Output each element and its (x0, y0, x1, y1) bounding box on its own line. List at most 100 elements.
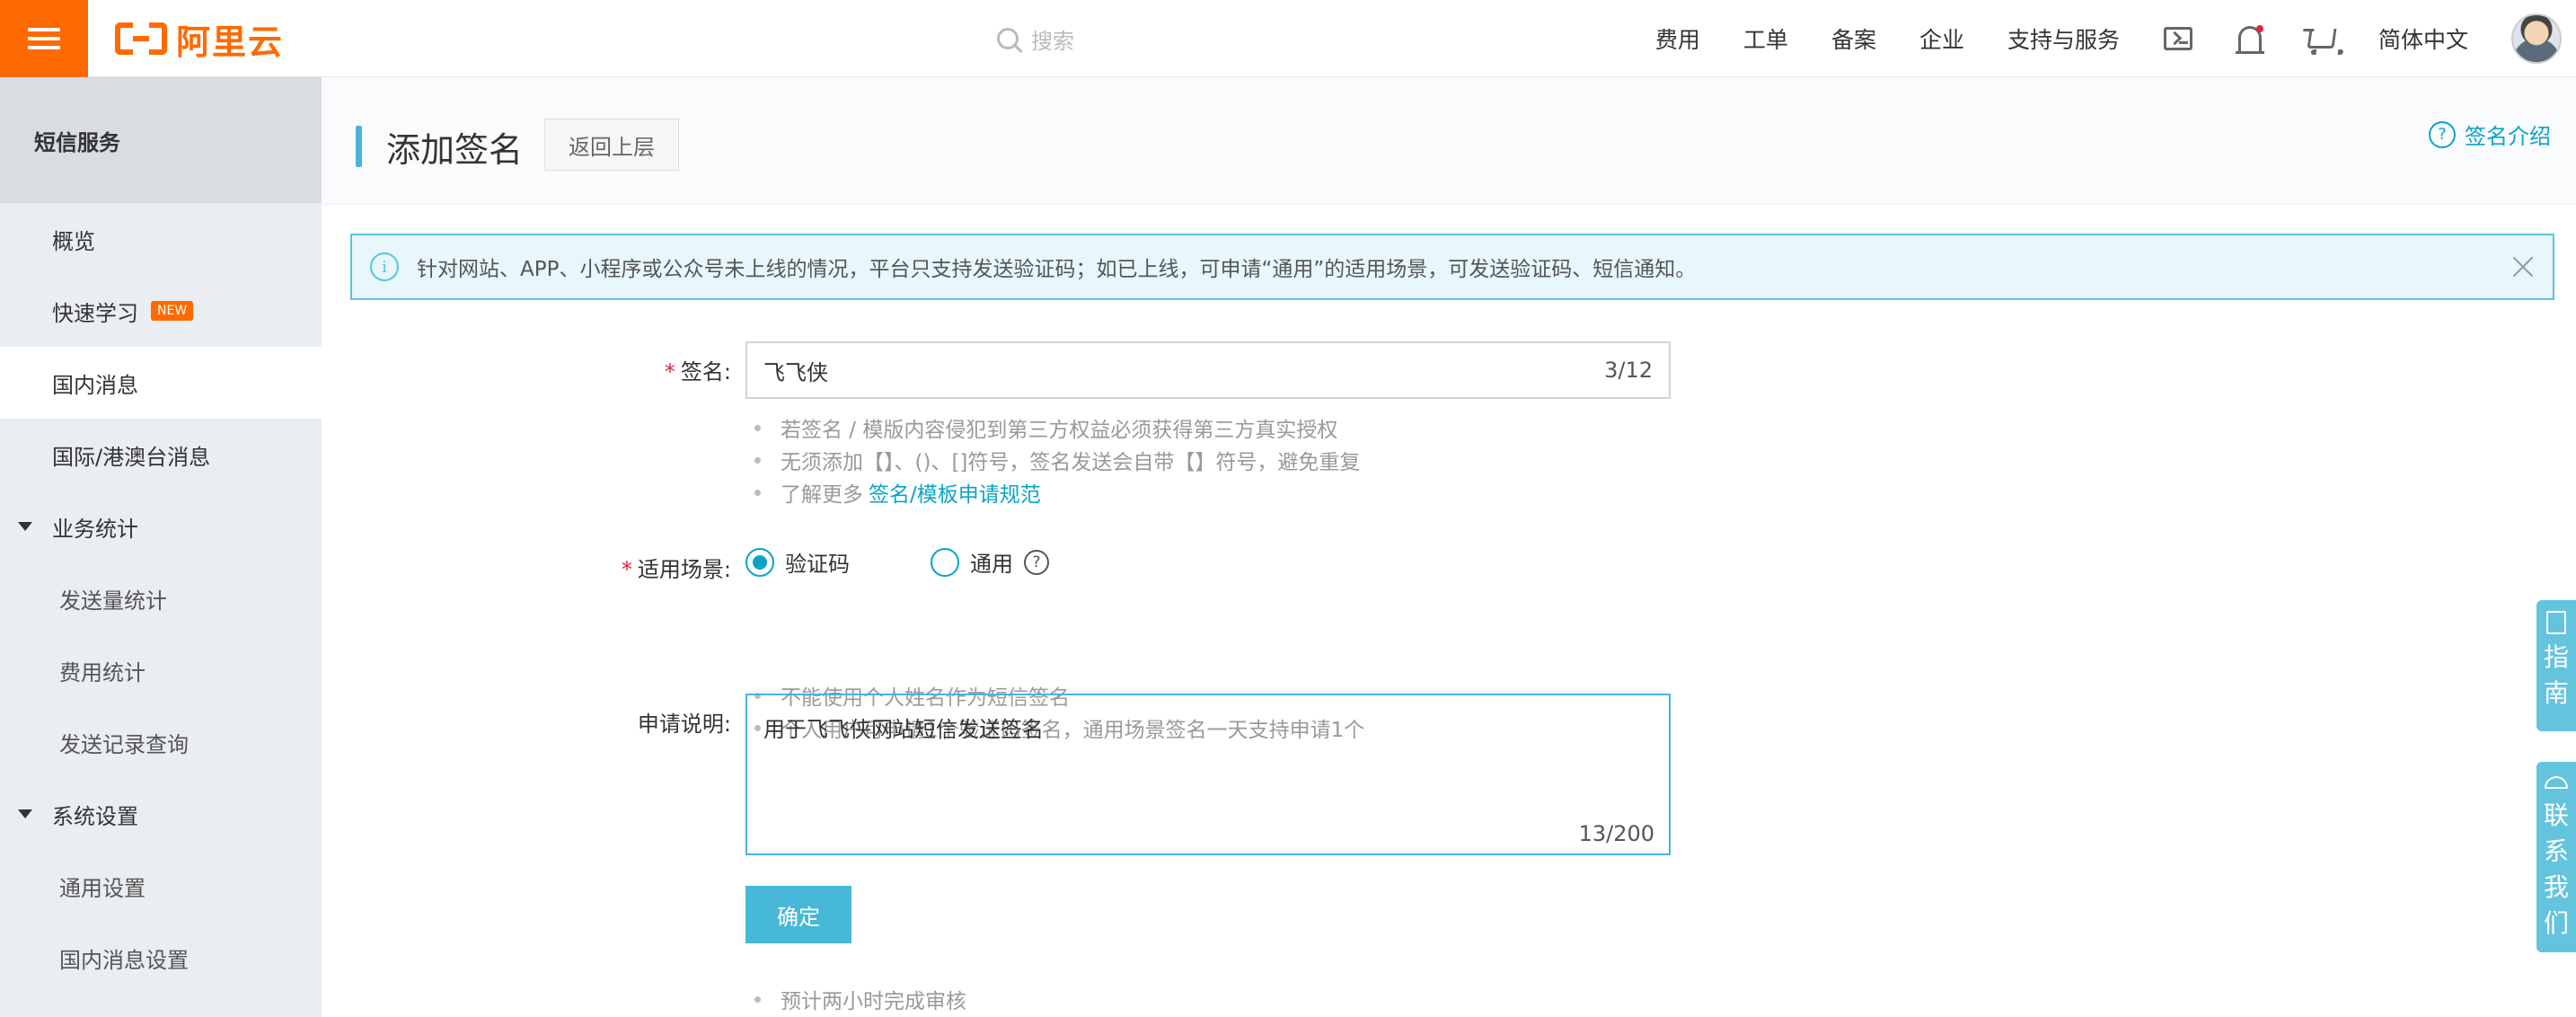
sidebar-item-send-stats[interactable]: 发送量统计 (0, 562, 322, 634)
notification-dot (2255, 25, 2263, 32)
language-switch[interactable]: 简体中文 (2378, 22, 2468, 55)
search-icon (997, 28, 1019, 49)
sidebar-item-international[interactable]: 国际/港澳台消息 (0, 419, 322, 491)
sidebar-item-label: 费用统计 (59, 659, 146, 685)
required-mark: * (664, 359, 675, 385)
signature-value: 飞飞侠 (763, 359, 828, 385)
alert-text: 针对网站、APP、小程序或公众号未上线的情况，平台只支持发送验证码；如已上线，可… (417, 258, 1697, 281)
top-nav: 费用 工单 备案 企业 支持与服务 简体中文 (1655, 0, 2576, 77)
guide-char: 南 (2543, 678, 2569, 708)
signature-intro-link[interactable]: ? 签名介绍 (2429, 119, 2551, 150)
sidebar: 短信服务 概览 快速学习 NEW 国内消息 国际/港澳台消息 业务统计 发送量统计… (0, 77, 322, 1017)
sidebar-group-settings[interactable]: 系统设置 (0, 778, 322, 850)
signature-hints: 若签名 / 模版内容侵犯到第三方权益必须获得第三方真实授权 无须添加【】、()、… (754, 411, 1360, 509)
guide-char: 指 (2543, 642, 2569, 672)
sidebar-item-general-settings[interactable]: 通用设置 (0, 850, 322, 922)
nav-support[interactable]: 支持与服务 (2007, 22, 2120, 55)
radio-checked-icon (745, 547, 774, 577)
description-label: 申请说明: (637, 712, 731, 737)
sidebar-item-label: 发送记录查询 (59, 731, 189, 757)
question-circle-icon: ? (2429, 120, 2456, 148)
description-char-count: 13/200 (1578, 821, 1654, 846)
info-icon: i (370, 252, 399, 281)
contact-float-tab[interactable]: 联 系 我 们 (2536, 762, 2576, 952)
hint-text: 无须添加【】、()、[]符号，签名发送会自带【】符号，避免重复 (781, 451, 1361, 474)
sidebar-item-label: 国际/港澳台消息 (52, 444, 211, 470)
signature-char-count: 3/12 (1604, 358, 1653, 383)
sidebar-item-label: 快速学习 (52, 300, 138, 326)
sidebar-item-overview[interactable]: 概览 (0, 203, 322, 275)
nav-enterprise[interactable]: 企业 (1919, 22, 1964, 55)
sidebar-item-label: 发送量统计 (59, 588, 167, 614)
cart-button[interactable] (2307, 23, 2337, 54)
menu-button[interactable] (0, 0, 88, 77)
radio-label: 验证码 (785, 552, 850, 577)
page-title: 添加签名 (386, 130, 524, 170)
sidebar-item-label: 国内消息 (52, 372, 138, 398)
sidebar-item-domestic-settings[interactable]: 国内消息设置 (0, 922, 322, 994)
document-icon (2546, 611, 2566, 634)
sidebar-group-label: 业务统计 (52, 516, 138, 542)
sidebar-item-label: 概览 (52, 228, 95, 254)
caret-down-icon (18, 522, 32, 531)
sidebar-group-stats[interactable]: 业务统计 (0, 491, 322, 562)
hint-text: 了解更多 (781, 483, 863, 507)
radio-option-verification[interactable]: 验证码 (745, 546, 850, 578)
page-header: 添加签名 返回上层 ? 签名介绍 (322, 77, 2576, 205)
search-input[interactable]: 搜索 (997, 16, 1074, 61)
sidebar-title: 短信服务 (0, 77, 322, 203)
hint-item: 若签名 / 模版内容侵犯到第三方权益必须获得第三方真实授权 (754, 411, 1360, 444)
signature-label-text: 签名: (680, 359, 731, 385)
contact-char: 我 (2543, 872, 2569, 902)
aliyun-logo-icon (115, 22, 167, 55)
radio-option-general[interactable]: 通用 ? (931, 546, 1049, 578)
help-icon[interactable]: ? (1024, 549, 1049, 575)
sidebar-item-cost-stats[interactable]: 费用统计 (0, 634, 322, 706)
logo-text: 阿里云 (176, 22, 285, 62)
hint-text: 若签名 / 模版内容侵犯到第三方权益必须获得第三方真实授权 (781, 419, 1338, 442)
close-icon[interactable] (2508, 252, 2538, 282)
radio-label: 通用 (970, 552, 1013, 577)
new-badge: NEW (151, 301, 194, 321)
hint-text: 预计两小时完成审核 (781, 990, 966, 1013)
scene-label-text: 适用场景: (637, 557, 731, 582)
nav-billing[interactable]: 费用 (1655, 22, 1700, 55)
required-mark: * (621, 557, 632, 582)
search-placeholder: 搜索 (1031, 28, 1074, 54)
logo[interactable]: 阿里云 (115, 16, 285, 62)
title-accent-bar (356, 126, 362, 167)
footer-hints: 预计两小时完成审核 (754, 983, 966, 1015)
top-bar: 阿里云 搜索 费用 工单 备案 企业 支持与服务 简体中文 (0, 0, 2576, 77)
scene-radio-group: 验证码 通用 ? (745, 546, 1092, 578)
sidebar-item-label: 国内消息设置 (59, 947, 189, 973)
main-content: 添加签名 返回上层 ? 签名介绍 i 针对网站、APP、小程序或公众号未上线的情… (322, 77, 2576, 1017)
radio-unchecked-icon (931, 547, 959, 577)
contact-icon (2545, 776, 2568, 789)
description-textarea[interactable]: 用于飞飞侠网站短信发送签名 13/200 (745, 694, 1671, 855)
notification-button[interactable] (2235, 23, 2265, 54)
nav-icp[interactable]: 备案 (1831, 22, 1876, 55)
sidebar-item-quick-learn[interactable]: 快速学习 NEW (0, 275, 322, 347)
terminal-button[interactable] (2163, 23, 2193, 54)
application-rules-link[interactable]: 签名/模板申请规范 (869, 477, 1041, 508)
sidebar-item-domestic[interactable]: 国内消息 (0, 347, 322, 419)
sidebar-group-label: 系统设置 (52, 803, 138, 829)
signature-label: * 签名: (573, 354, 731, 385)
contact-char: 系 (2543, 836, 2569, 866)
submit-button[interactable]: 确定 (745, 886, 851, 943)
nav-tickets[interactable]: 工单 (1743, 22, 1788, 55)
avatar[interactable] (2511, 13, 2562, 64)
caret-down-icon (18, 809, 32, 818)
signature-intro-label: 签名介绍 (2465, 124, 2551, 149)
guide-float-tab[interactable]: 指 南 (2536, 600, 2576, 731)
terminal-icon (2163, 27, 2192, 50)
contact-char: 们 (2543, 908, 2569, 938)
sidebar-item-label: 通用设置 (59, 875, 146, 901)
description-value: 用于飞飞侠网站短信发送签名 (763, 717, 1044, 742)
cart-icon (2307, 29, 2337, 49)
sidebar-item-send-records[interactable]: 发送记录查询 (0, 706, 322, 778)
contact-char: 联 (2543, 800, 2569, 830)
back-button[interactable]: 返回上层 (544, 119, 679, 171)
info-alert: i 针对网站、APP、小程序或公众号未上线的情况，平台只支持发送验证码；如已上线… (350, 234, 2554, 300)
signature-input[interactable]: 飞飞侠 3/12 (745, 341, 1671, 399)
